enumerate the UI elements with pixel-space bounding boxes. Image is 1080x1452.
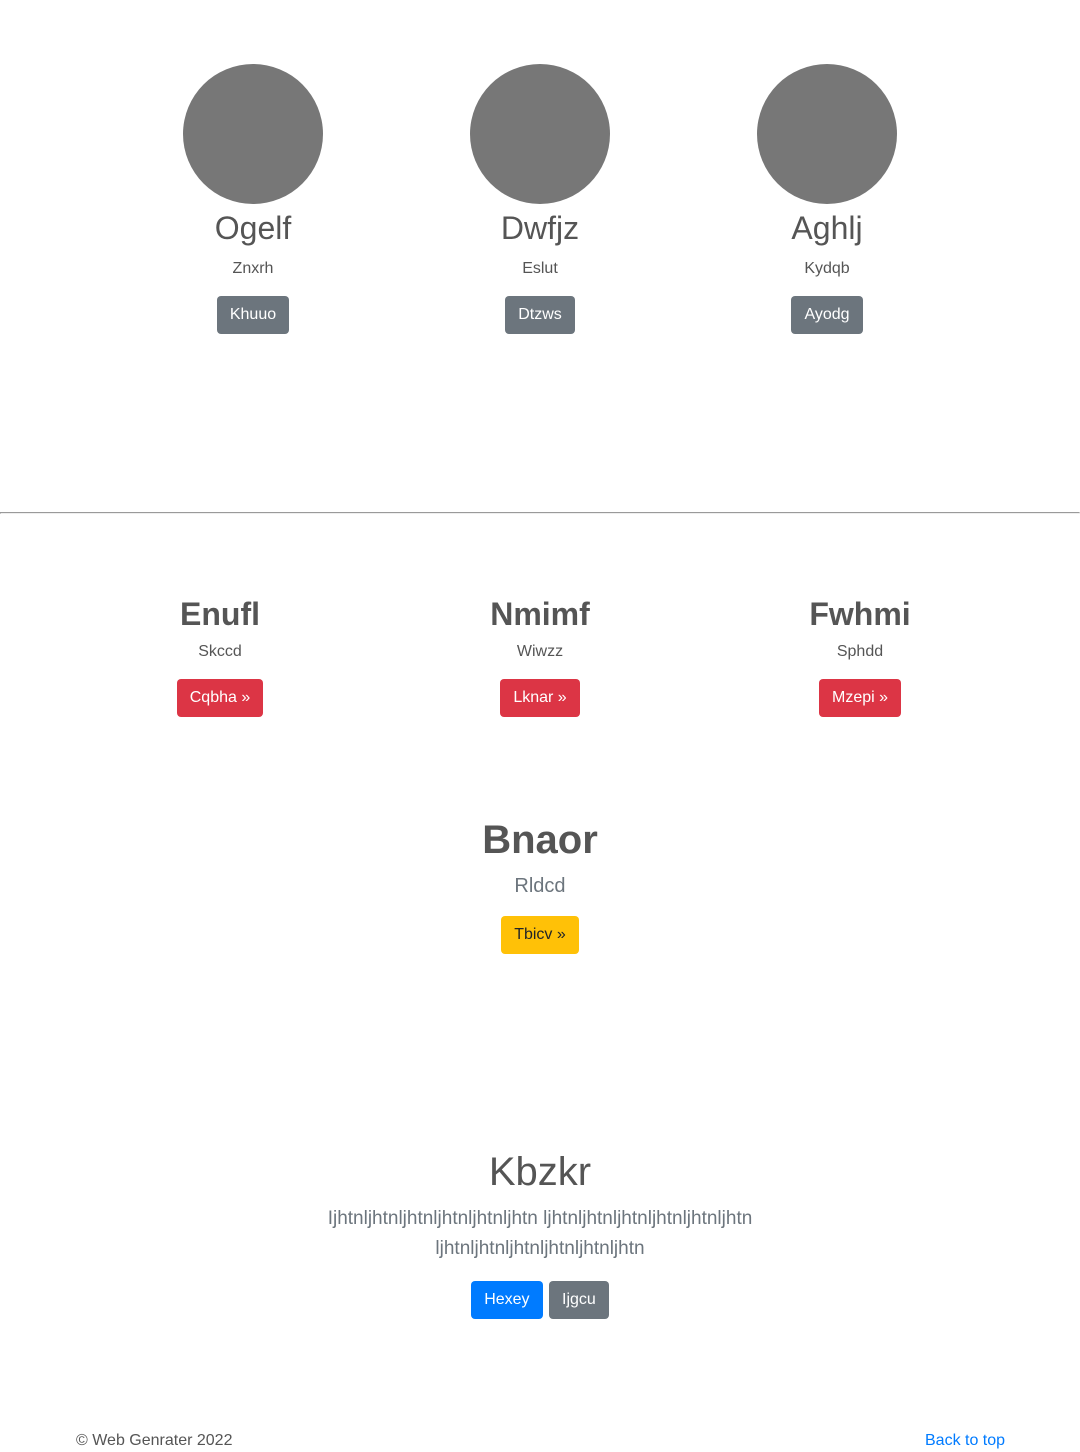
- profile-button[interactable]: Khuuo: [216, 296, 290, 334]
- profile-button[interactable]: Ayodg: [791, 296, 863, 334]
- secondary-button[interactable]: Ijgcu: [549, 1281, 609, 1319]
- primary-button[interactable]: Hexey: [471, 1281, 543, 1319]
- back-to-top-link[interactable]: Back to top: [925, 1430, 1005, 1452]
- feature-card: Enufl Skccd Cqbha »: [90, 592, 350, 717]
- jumbotron: Kbzkr Ijhtnljhtnljhtnljhtnljhtnljhtn ljh…: [290, 1146, 790, 1319]
- feature-title: Enufl: [180, 596, 260, 632]
- profile-subtitle: Znxrh: [232, 260, 274, 277]
- feature-subtitle: Sphdd: [836, 643, 884, 660]
- avatar: [470, 64, 610, 204]
- profiles-section: Ogelf Znxrh Khuuo Dwfjz Eslut Dtzws Aghl…: [0, 64, 1080, 344]
- feature-title: Nmimf: [490, 596, 590, 632]
- avatar: [757, 64, 897, 204]
- profile-button[interactable]: Dtzws: [505, 296, 575, 334]
- footer-copyright: © Web Genrater 2022: [76, 1432, 233, 1449]
- profile-name: Dwfjz: [500, 210, 580, 246]
- feature-subtitle: Wiwzz: [516, 643, 564, 660]
- feature-card: Fwhmi Sphdd Mzepi »: [730, 592, 990, 717]
- jumbotron-lead: Ijhtnljhtnljhtnljhtnljhtnljhtn ljhtnljht…: [327, 1208, 753, 1259]
- highlight-subtitle: Rldcd: [514, 875, 566, 897]
- profile-subtitle: Eslut: [522, 260, 558, 277]
- feature-button[interactable]: Cqbha »: [176, 679, 264, 717]
- section-divider: [0, 512, 1080, 514]
- avatar: [183, 64, 323, 204]
- profile-card: Aghlj Kydqb Ayodg: [717, 64, 937, 334]
- feature-card: Nmimf Wiwzz Lknar »: [410, 592, 670, 717]
- highlight-section: Bnaor Rldcd Tbicv »: [340, 814, 740, 954]
- profile-card: Ogelf Znxrh Khuuo: [143, 64, 363, 334]
- profile-subtitle: Kydqb: [804, 260, 850, 277]
- highlight-button[interactable]: Tbicv »: [501, 916, 579, 954]
- highlight-title: Bnaor: [482, 818, 598, 862]
- profile-card: Dwfjz Eslut Dtzws: [430, 64, 650, 334]
- feature-button[interactable]: Lknar »: [500, 679, 580, 717]
- jumbotron-title: Kbzkr: [488, 1150, 592, 1194]
- feature-button[interactable]: Mzepi »: [818, 679, 902, 717]
- feature-subtitle: Skccd: [198, 643, 242, 660]
- feature-title: Fwhmi: [809, 596, 911, 632]
- profile-name: Aghlj: [791, 210, 863, 246]
- profile-name: Ogelf: [214, 210, 292, 246]
- jumbotron-actions: Hexey Ijgcu: [290, 1281, 790, 1319]
